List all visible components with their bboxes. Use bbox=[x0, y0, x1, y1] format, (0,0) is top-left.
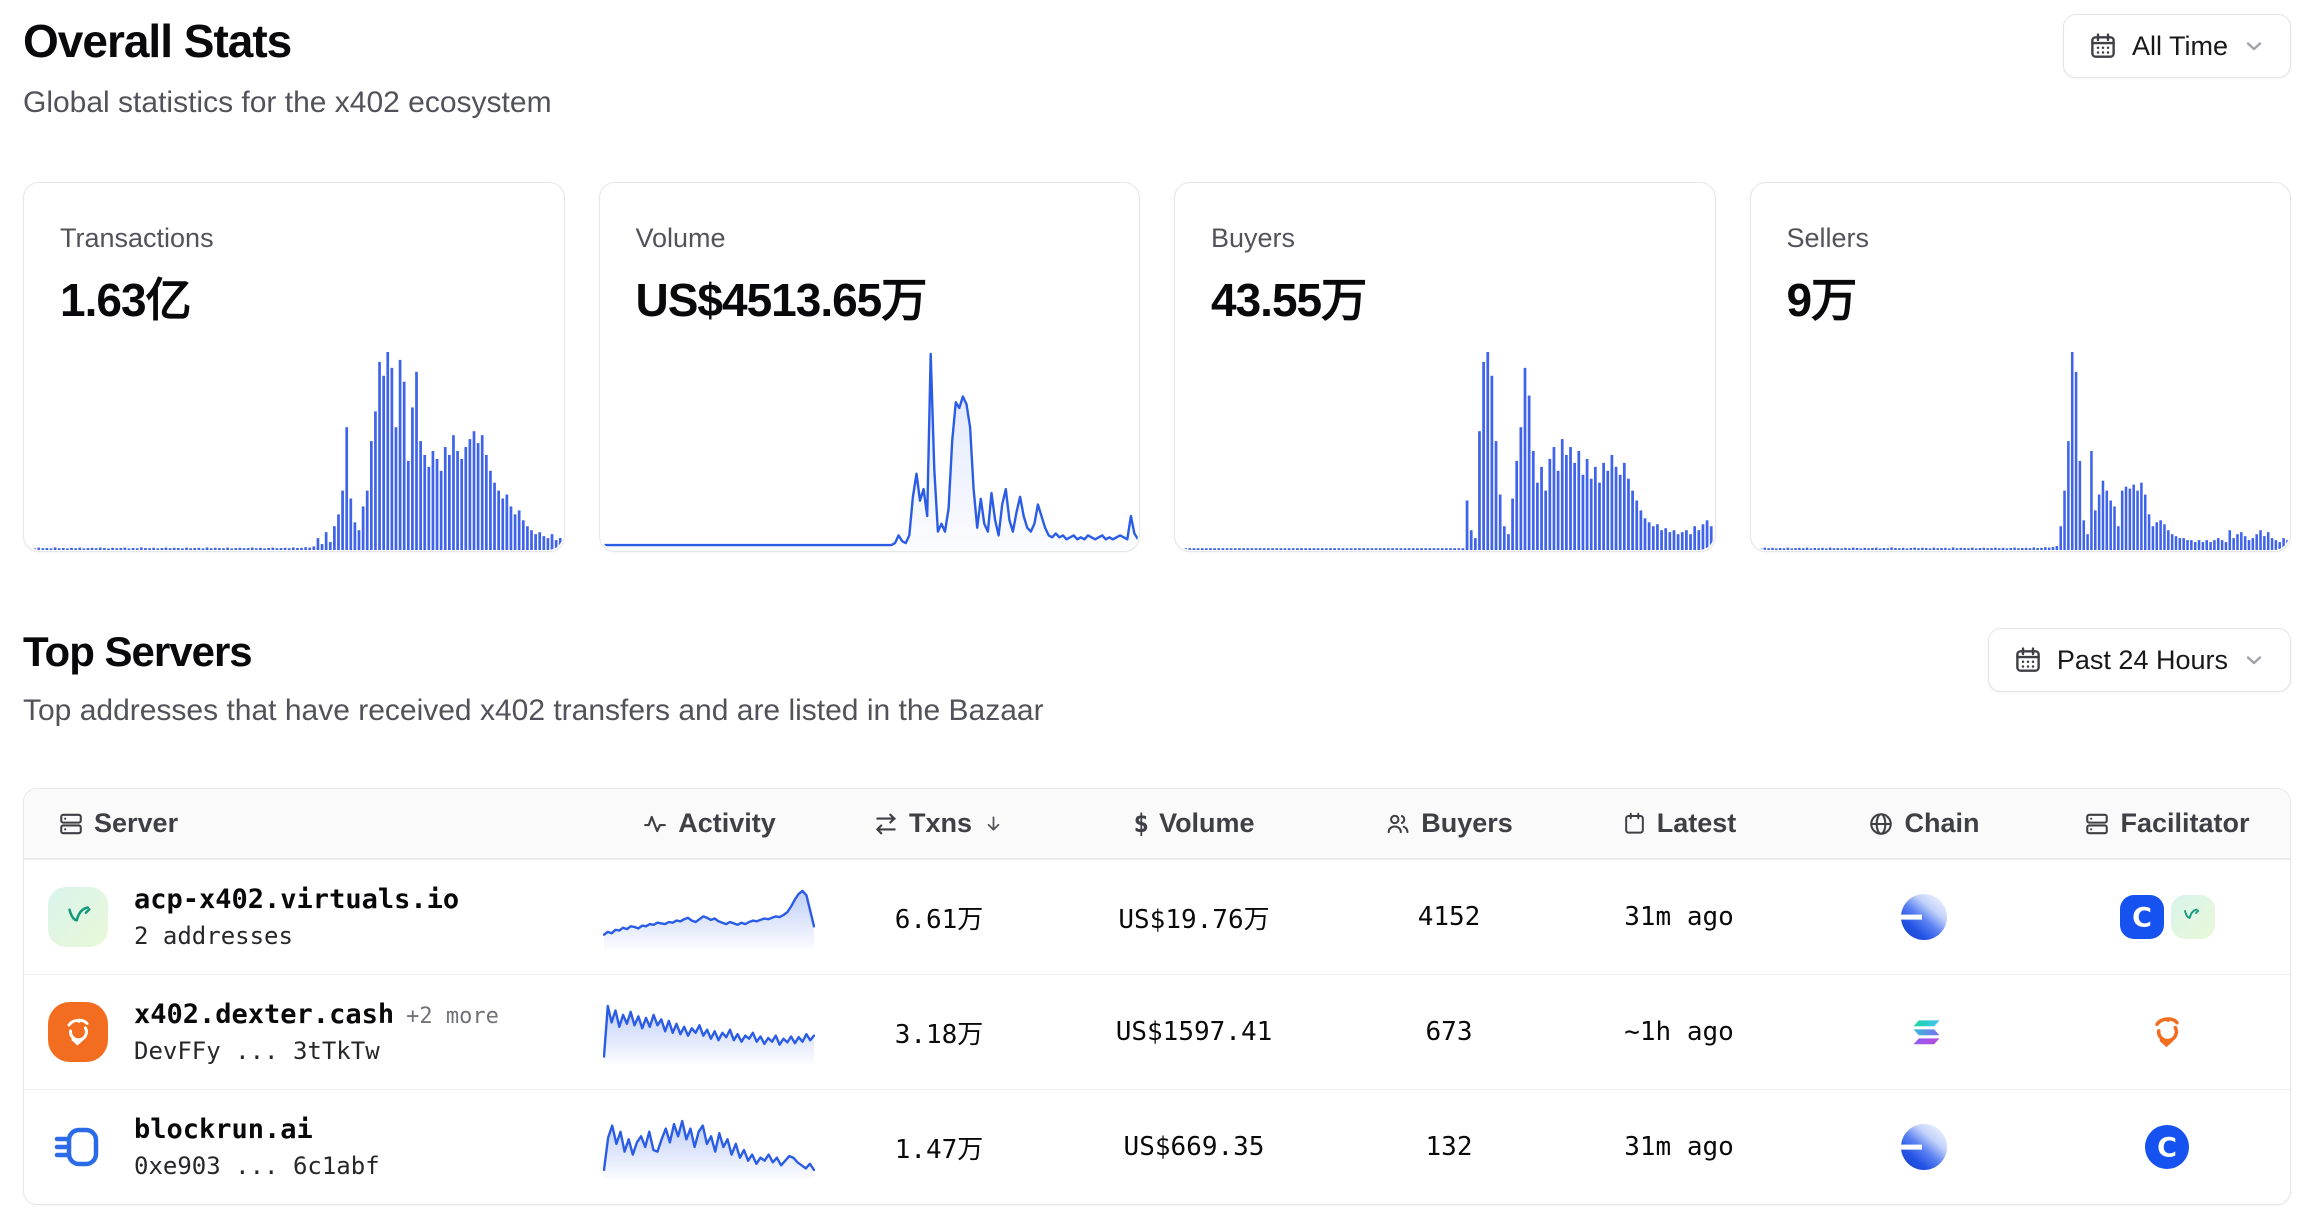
table-row[interactable]: x402.dexter.cash +2 more DevFFy ... 3tTkT… bbox=[24, 974, 2290, 1089]
dexter-logo bbox=[48, 1002, 108, 1062]
col-header-server[interactable]: Server bbox=[24, 808, 584, 839]
chevron-down-icon bbox=[2242, 34, 2266, 58]
col-header-activity[interactable]: Activity bbox=[584, 808, 834, 839]
coinbase-facilitator-icon: C bbox=[2119, 894, 2165, 940]
stat-value: 9万 bbox=[1787, 264, 2291, 330]
activity-icon bbox=[642, 811, 668, 837]
stat-cards-row: Transactions 1.63亿 Volume US$4513.65万 Bu… bbox=[23, 182, 2291, 552]
stat-value: US$4513.65万 bbox=[636, 264, 1140, 330]
col-header-txns[interactable]: Txns bbox=[834, 808, 1044, 839]
txns-value: 3.18万 bbox=[834, 1014, 1044, 1051]
transactions-chart bbox=[25, 348, 563, 550]
col-header-latest[interactable]: Latest bbox=[1554, 808, 1804, 839]
stat-card-volume: Volume US$4513.65万 bbox=[599, 182, 1141, 552]
coinbase-facilitator-icon: C bbox=[2144, 1124, 2190, 1170]
sellers-chart bbox=[1752, 348, 2290, 550]
calendar-icon bbox=[2013, 645, 2043, 675]
server-more: +2 more bbox=[406, 1004, 499, 1029]
buyers-value: 4152 bbox=[1344, 902, 1554, 932]
table-header-row: Server Activity Txns $ Volume bbox=[24, 789, 2290, 859]
col-header-volume[interactable]: $ Volume bbox=[1044, 808, 1344, 839]
txns-value: 1.47万 bbox=[834, 1129, 1044, 1166]
stat-value: 43.55万 bbox=[1211, 264, 1715, 330]
blockrun-logo bbox=[48, 1117, 108, 1177]
buyers-chart bbox=[1176, 348, 1714, 550]
solana-chain-icon bbox=[1901, 1009, 1947, 1055]
server-icon bbox=[58, 811, 84, 837]
stat-label: Buyers bbox=[1211, 223, 1715, 254]
virtuals-facilitator-icon bbox=[2170, 894, 2216, 940]
activity-sparkline bbox=[603, 885, 815, 949]
stat-label: Sellers bbox=[1787, 223, 2291, 254]
col-header-buyers[interactable]: Buyers bbox=[1344, 808, 1554, 839]
page-subtitle: Global statistics for the x402 ecosystem bbox=[23, 86, 552, 120]
stat-label: Transactions bbox=[60, 223, 564, 254]
stat-card-sellers: Sellers 9万 bbox=[1750, 182, 2292, 552]
server-name: acp-x402.virtuals.io bbox=[134, 884, 459, 915]
volume-value: US$1597.41 bbox=[1044, 1017, 1344, 1047]
top-servers-title: Top Servers bbox=[23, 628, 1044, 676]
latest-value: ~1h ago bbox=[1554, 1017, 1804, 1047]
top-servers-subtitle: Top addresses that have received x402 tr… bbox=[23, 694, 1044, 728]
stat-value: 1.63亿 bbox=[60, 264, 564, 330]
base-chain-icon bbox=[1901, 1124, 1947, 1170]
latest-value: 31m ago bbox=[1554, 1132, 1804, 1162]
server-addresses: DevFFy ... 3tTkTw bbox=[134, 1037, 499, 1065]
dashboard-page: Overall Stats Global statistics for the … bbox=[0, 0, 2314, 1230]
stat-label: Volume bbox=[636, 223, 1140, 254]
table-row[interactable]: acp-x402.virtuals.io 2 addresses 6.61万 U… bbox=[24, 859, 2290, 974]
buyers-value: 673 bbox=[1344, 1017, 1554, 1047]
top-servers-header: Top Servers Top addresses that have rece… bbox=[23, 628, 2291, 728]
server-addresses: 2 addresses bbox=[134, 922, 471, 950]
top-servers-table: Server Activity Txns $ Volume bbox=[23, 788, 2291, 1205]
sort-desc-icon bbox=[982, 812, 1005, 835]
latest-value: 31m ago bbox=[1554, 902, 1804, 932]
top-servers-range-label: Past 24 Hours bbox=[2057, 645, 2228, 676]
users-icon bbox=[1385, 811, 1411, 837]
activity-sparkline bbox=[603, 1115, 815, 1179]
dollar-icon: $ bbox=[1133, 809, 1149, 839]
top-servers-range-selector[interactable]: Past 24 Hours bbox=[1988, 628, 2291, 692]
server-name: x402.dexter.cash bbox=[134, 999, 394, 1030]
txns-value: 6.61万 bbox=[834, 899, 1044, 936]
overall-stats-header: Overall Stats Global statistics for the … bbox=[23, 14, 2291, 120]
buyers-value: 132 bbox=[1344, 1132, 1554, 1162]
base-chain-icon bbox=[1901, 894, 1947, 940]
dexter-facilitator-icon bbox=[2146, 1011, 2188, 1053]
col-header-facilitator[interactable]: Facilitator bbox=[2044, 808, 2290, 839]
server-addresses: 0xe903 ... 6c1abf bbox=[134, 1152, 380, 1180]
calendar-icon bbox=[2088, 31, 2118, 61]
volume-value: US$19.76万 bbox=[1044, 899, 1344, 936]
server-name: blockrun.ai bbox=[134, 1114, 313, 1145]
table-row[interactable]: blockrun.ai 0xe903 ... 6c1abf 1.47万 US$6… bbox=[24, 1089, 2290, 1204]
overall-range-selector[interactable]: All Time bbox=[2063, 14, 2291, 78]
virtuals-logo bbox=[48, 887, 108, 947]
volume-chart bbox=[601, 348, 1139, 550]
stat-card-transactions: Transactions 1.63亿 bbox=[23, 182, 565, 552]
page-title: Overall Stats bbox=[23, 14, 552, 68]
chevron-down-icon bbox=[2242, 648, 2266, 672]
calendar-blank-icon bbox=[1622, 811, 1647, 836]
volume-value: US$669.35 bbox=[1044, 1132, 1344, 1162]
col-header-chain[interactable]: Chain bbox=[1804, 808, 2044, 839]
stat-card-buyers: Buyers 43.55万 bbox=[1174, 182, 1716, 552]
globe-icon bbox=[1868, 811, 1894, 837]
server-icon bbox=[2084, 811, 2110, 837]
svg-text:C: C bbox=[2132, 903, 2152, 934]
swap-arrows-icon bbox=[873, 811, 899, 837]
overall-range-label: All Time bbox=[2132, 31, 2228, 62]
activity-sparkline bbox=[603, 1000, 815, 1064]
svg-text:C: C bbox=[2157, 1133, 2177, 1164]
